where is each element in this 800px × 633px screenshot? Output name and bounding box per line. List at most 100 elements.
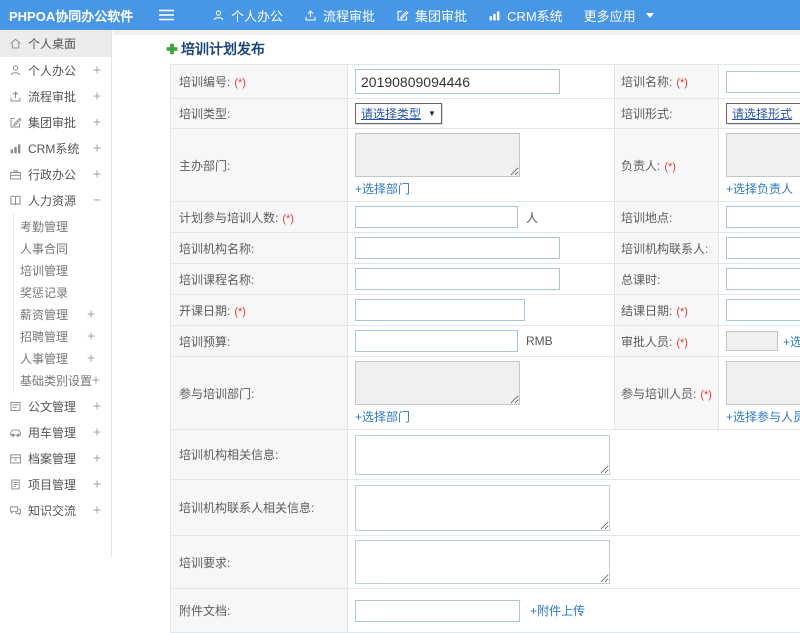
flow-icon <box>9 90 22 103</box>
archive-icon <box>9 452 22 465</box>
budget-input[interactable] <box>355 330 518 352</box>
sidebar-subitem-label: 考勤管理 <box>20 219 69 234</box>
nav-item-label: CRM系统 <box>507 8 563 24</box>
course-name-input[interactable] <box>355 268 560 290</box>
org-contact-info-textarea[interactable] <box>355 484 610 531</box>
sidebar-item-group-approval[interactable]: 集团审批 + <box>0 109 111 135</box>
sidebar-subitem-personnel[interactable]: 人事管理 + <box>14 347 111 369</box>
car-icon <box>9 426 22 439</box>
sidebar-item-project-mgmt[interactable]: 项目管理 + <box>0 471 111 497</box>
nav-item-group-approval[interactable]: 集团审批 <box>396 6 467 25</box>
field-label: 培训形式: <box>621 107 673 121</box>
select-dept-link[interactable]: +选择部门 <box>355 180 410 197</box>
expand-plus-icon: + <box>93 166 101 182</box>
select-join-people-link[interactable]: +选择参与人员 <box>726 408 800 425</box>
sidebar-item-label: 用车管理 <box>28 425 77 440</box>
sidebar-item-label: 档案管理 <box>28 451 77 466</box>
training-type-select[interactable]: 请选择类型 ▼ <box>355 103 442 124</box>
leader-textarea[interactable] <box>726 133 800 177</box>
sidebar-item-admin-office[interactable]: 行政办公 + <box>0 161 111 187</box>
sidebar-subitem-label: 人事合同 <box>20 241 69 256</box>
expand-plus-icon: + <box>87 328 95 344</box>
edit-icon <box>9 116 22 129</box>
field-label: 开课日期: <box>179 303 231 318</box>
sidebar-subitem-training[interactable]: 培训管理 <box>14 259 111 281</box>
host-dept-textarea[interactable] <box>355 133 520 177</box>
sidebar-item-archive-mgmt[interactable]: 档案管理 + <box>0 445 111 471</box>
caret-down-icon <box>645 12 654 18</box>
sidebar-subitem-hr-contract[interactable]: 人事合同 <box>14 237 111 259</box>
requirement-textarea[interactable] <box>355 540 610 584</box>
nav-item-workflow-approval[interactable]: 流程审批 <box>304 6 375 25</box>
field-label: 附件文档: <box>179 604 231 618</box>
sidebar-subitem-base-category[interactable]: 基础类别设置 + <box>14 369 111 391</box>
field-label: 参与培训部门: <box>179 386 255 401</box>
edit-icon <box>397 10 409 20</box>
field-label: 培训名称: <box>621 75 673 89</box>
page-title-text: 培训计划发布 <box>181 41 265 57</box>
field-label: 培训类型: <box>179 107 231 121</box>
select-leader-link[interactable]: +选择负责人 <box>726 180 793 197</box>
expand-plus-icon: + <box>87 350 95 366</box>
sidebar-subitem-label: 招聘管理 <box>20 329 69 344</box>
document-icon <box>9 400 22 413</box>
training-no-input[interactable] <box>355 69 560 94</box>
expand-plus-icon: + <box>93 62 101 78</box>
sidebar-item-label: 人力资源 <box>28 193 77 208</box>
planned-count-input[interactable] <box>355 206 518 228</box>
sidebar-hr-subtree: 考勤管理 人事合同 培训管理 奖惩记录 薪资管理 + 招聘管理 + 人事管理 +… <box>13 213 111 393</box>
sidebar: 个人桌面 个人办公 + 流程审批 + 集团审批 + CRM系统 + 行政办公 +… <box>0 30 112 557</box>
sidebar-subitem-attendance[interactable]: 考勤管理 <box>14 215 111 237</box>
sidebar-item-personal-office[interactable]: 个人办公 + <box>0 57 111 83</box>
nav-item-label: 更多应用 <box>583 8 636 24</box>
training-plan-form: 培训编号:(*) 培训名称:(*) 培训类型: 请选择类型 ▼ 培训形式: 请选… <box>170 64 800 633</box>
page-title: 培训计划发布 <box>166 39 265 59</box>
sidebar-item-desktop[interactable]: 个人桌面 <box>0 30 111 57</box>
attachment-input[interactable] <box>355 599 520 622</box>
top-navigation: 个人办公 流程审批 集团审批 CRM系统 更多应用 <box>191 6 654 25</box>
org-contact-input[interactable] <box>726 237 800 259</box>
flow-icon <box>305 9 316 20</box>
training-name-input[interactable] <box>726 70 800 93</box>
expand-plus-icon: + <box>93 398 101 414</box>
sidebar-subitem-recruit[interactable]: 招聘管理 + <box>14 325 111 347</box>
select-approver-link[interactable]: +选择审批人员 <box>783 333 800 350</box>
total-hours-input[interactable] <box>726 268 800 290</box>
approver-input[interactable] <box>726 331 778 351</box>
select-join-dept-link[interactable]: +选择部门 <box>355 408 410 425</box>
select-value: 请选择类型 <box>361 107 422 121</box>
field-label: 培训编号: <box>179 75 231 89</box>
collapse-minus-icon: − <box>93 192 101 208</box>
content-top-strip <box>113 30 800 35</box>
nav-item-crm[interactable]: CRM系统 <box>488 6 563 25</box>
expand-plus-icon: + <box>93 140 101 156</box>
org-name-input[interactable] <box>355 237 560 259</box>
org-info-textarea[interactable] <box>355 434 610 475</box>
sidebar-item-vehicle-mgmt[interactable]: 用车管理 + <box>0 419 111 445</box>
field-label: 结课日期: <box>621 303 673 318</box>
start-date-input[interactable] <box>355 299 525 321</box>
join-people-textarea[interactable] <box>726 361 800 405</box>
sidebar-item-label: 行政办公 <box>28 167 77 182</box>
sidebar-item-crm[interactable]: CRM系统 + <box>0 135 111 161</box>
join-dept-textarea[interactable] <box>355 361 520 405</box>
location-input[interactable] <box>726 206 800 228</box>
hamburger-menu-button[interactable] <box>155 0 177 30</box>
sidebar-subitem-rewards[interactable]: 奖惩记录 <box>14 281 111 303</box>
sidebar-item-knowledge[interactable]: 知识交流 + <box>0 497 111 523</box>
sidebar-item-hr[interactable]: 人力资源 − <box>0 187 111 213</box>
sidebar-item-document-mgmt[interactable]: 公文管理 + <box>0 393 111 419</box>
field-label: 计划参与培训人数: <box>179 210 279 225</box>
required-mark: (*) <box>700 388 712 401</box>
sidebar-item-workflow-approval[interactable]: 流程审批 + <box>0 83 111 109</box>
nav-item-personal-office[interactable]: 个人办公 <box>212 6 283 25</box>
sidebar-subitem-label: 培训管理 <box>20 263 69 278</box>
end-date-input[interactable] <box>726 299 800 321</box>
training-form-select[interactable]: 请选择形式 ▼ <box>726 103 800 124</box>
expand-plus-icon: + <box>93 424 101 440</box>
field-label: 总课时: <box>621 272 661 287</box>
nav-item-more-apps[interactable]: 更多应用 <box>584 6 654 25</box>
nav-item-label: 集团审批 <box>415 8 468 24</box>
upload-attachment-link[interactable]: +附件上传 <box>530 602 585 619</box>
sidebar-subitem-salary[interactable]: 薪资管理 + <box>14 303 111 325</box>
